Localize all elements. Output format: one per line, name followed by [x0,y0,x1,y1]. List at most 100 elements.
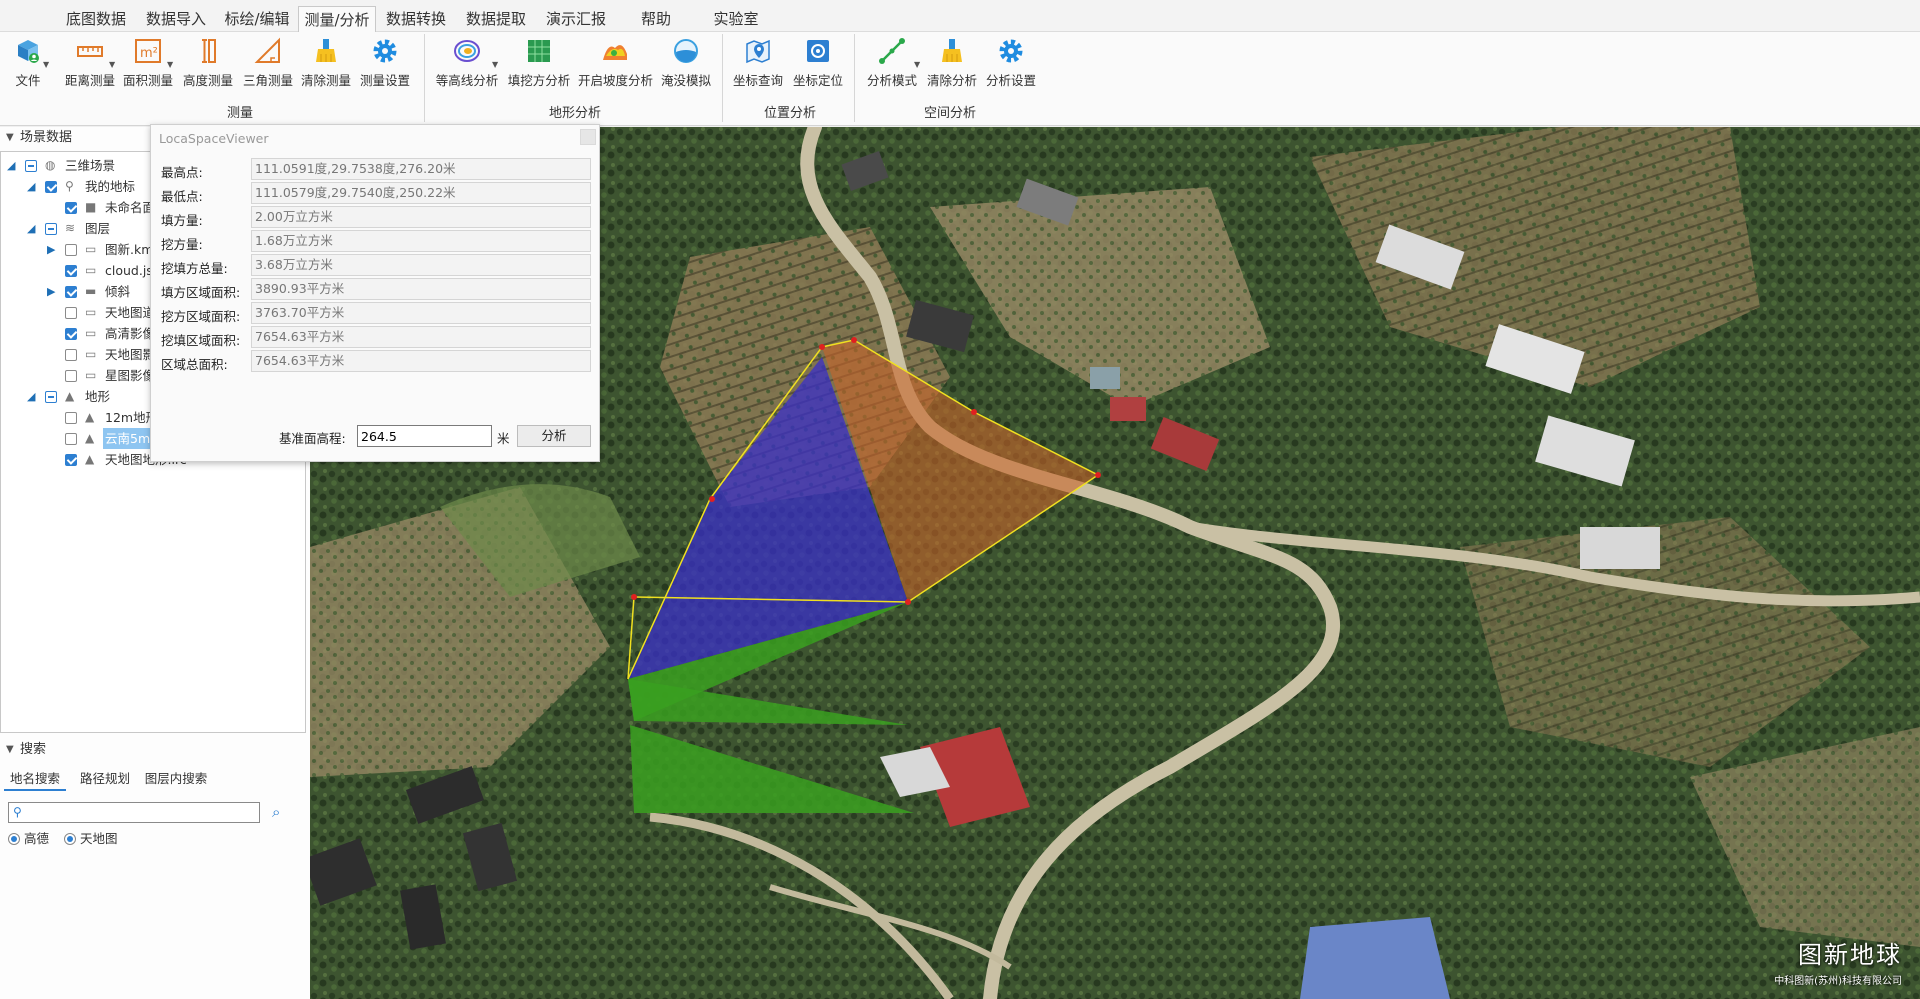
checkbox[interactable] [65,202,77,214]
flood-simulation-button[interactable]: 淹没模拟 [658,34,714,92]
coordinate-query-button[interactable]: 坐标查询 [730,34,786,92]
group-separator [722,34,723,122]
search-header[interactable]: ▼ 搜索 [0,739,310,761]
total-area-value: 7654.63平方米 [251,350,591,372]
collapsed-arrow-icon[interactable]: ▶ [47,281,59,302]
cut-fill-analysis-button[interactable]: 填挖方分析 [506,34,572,92]
checkbox[interactable] [65,328,77,340]
group-label-position: 位置分析 [763,106,816,121]
distance-measure-button[interactable]: 距离测量 ▼ [64,34,116,92]
tab-lab[interactable]: 实验室 [698,6,774,32]
radio-tianditu[interactable]: 天地图 [64,831,118,847]
base-elevation-input[interactable] [357,425,492,447]
analyze-button[interactable]: 分析 [517,425,591,447]
checkbox[interactable] [45,181,57,193]
analysis-mode-button[interactable]: 分析模式 ▼ [864,34,920,92]
base-elevation-unit: 米 [497,431,510,446]
fill-area-value: 3890.93平方米 [251,278,591,300]
mountain-icon: ▲ [85,452,95,466]
search-tabs: 地名搜索 路径规划 图层内搜索 [0,767,306,791]
checkbox[interactable] [65,244,77,256]
map-pin-icon [746,39,770,64]
ruler-icon [77,46,103,57]
clear-measure-button[interactable]: 清除测量 [300,34,352,92]
checkbox[interactable] [65,286,77,298]
expand-arrow-icon[interactable]: ◢ [27,218,39,239]
fill-volume-value: 2.00万立方米 [251,206,591,228]
coordinate-locate-button[interactable]: 坐标定位 [790,34,846,92]
group-label-terrain: 地形分析 [548,106,601,121]
cut-volume-value: 1.68万立方米 [251,230,591,252]
cut-fill-area-value: 7654.63平方米 [251,326,591,348]
checkbox[interactable] [25,160,37,172]
tab-basemap[interactable]: 底图数据 [58,6,134,32]
base-elevation-label: 基准面高程: [279,431,346,446]
expand-arrow-icon[interactable]: ◢ [27,176,39,197]
search-input[interactable] [29,803,257,822]
tab-data-import[interactable]: 数据导入 [138,6,214,32]
tab-help[interactable]: 帮助 [618,6,694,32]
svg-text:m²: m² [140,46,158,61]
watermark-logo: 图新地球 中科图新(苏州)科技有限公司 [1774,941,1902,987]
vertex-marker [851,337,857,343]
group-label-measure: 测量 [226,106,253,121]
expand-arrow-icon[interactable]: ◢ [7,155,19,176]
checkbox[interactable] [45,223,57,235]
polygon-icon: ■ [85,200,97,214]
search-icon[interactable]: ⌕ [272,803,280,821]
file-button[interactable]: 文件 ▼ [8,34,49,92]
tab-measure-analysis[interactable]: 测量/分析 [298,6,376,32]
close-button[interactable] [580,129,596,145]
slope-icon [603,45,627,60]
tab-data-extract[interactable]: 数据提取 [458,6,534,32]
total-volume-label: 挖填方总量: [161,261,228,276]
cut-fill-area-label: 挖填区域面积: [161,333,241,348]
checkbox[interactable] [65,265,77,277]
checkbox[interactable] [65,307,77,319]
lowest-point-value: 111.0579度,29.7540度,250.22米 [251,182,591,204]
tab-plot-edit[interactable]: 标绘/编辑 [216,6,298,32]
checkbox[interactable] [65,412,77,424]
gear-icon [999,39,1023,63]
height-measure-button[interactable]: 高度测量 [182,34,234,92]
chevron-down-icon: ▼ [167,60,174,69]
tab-presentation[interactable]: 演示汇报 [538,6,614,32]
checkbox[interactable] [65,433,77,445]
tab-in-layer-search[interactable]: 图层内搜索 [140,767,212,791]
fill-volume-label: 填方量: [161,213,203,228]
folder-icon: ▬ [85,284,97,298]
contour-analysis-button[interactable]: 等高线分析 ▼ [434,34,500,92]
clear-analysis-button[interactable]: 清除分析 [924,34,980,92]
cut-area-label: 挖方区域面积: [161,309,241,324]
analysis-settings-button[interactable]: 分析设置 [982,34,1040,92]
fill-area-label: 填方区域面积: [161,285,241,300]
triangle-measure-button[interactable]: 三角测量 [242,34,294,92]
search-field: ⚲ [8,802,260,823]
area-measure-button[interactable]: m² 面积测量 ▼ [122,34,174,92]
tab-route-planning[interactable]: 路径规划 [74,767,136,791]
file-icon [18,40,39,63]
collapsed-arrow-icon[interactable]: ▶ [47,239,59,260]
slope-analysis-button[interactable]: 开启坡度分析 [578,34,653,92]
mountain-icon: ▲ [65,389,75,403]
radio-gaode[interactable]: 高德 [8,831,49,847]
cut-fill-icon [528,40,550,62]
location-pin-icon: ⚲ [13,805,22,819]
checkbox[interactable] [65,370,77,382]
tab-place-search[interactable]: 地名搜索 [4,767,66,791]
group-separator [854,34,855,122]
monitor-icon: ▭ [85,347,97,361]
mountain-icon: ▲ [85,410,95,424]
menu-bar: 底图数据 数据导入 标绘/编辑 测量/分析 数据转换 数据提取 演示汇报 帮助 … [0,0,1920,32]
checkbox[interactable] [65,349,77,361]
checkbox[interactable] [45,391,57,403]
tab-data-convert[interactable]: 数据转换 [378,6,454,32]
measure-settings-button[interactable]: 测量设置 [358,34,412,92]
monitor-icon: ▭ [85,326,97,340]
checkbox[interactable] [65,454,77,466]
group-separator [424,34,425,122]
expand-arrow-icon[interactable]: ◢ [27,386,39,407]
location-pin-icon: ⚲ [65,179,74,193]
broom-icon [316,39,336,62]
broom-icon [942,39,962,62]
